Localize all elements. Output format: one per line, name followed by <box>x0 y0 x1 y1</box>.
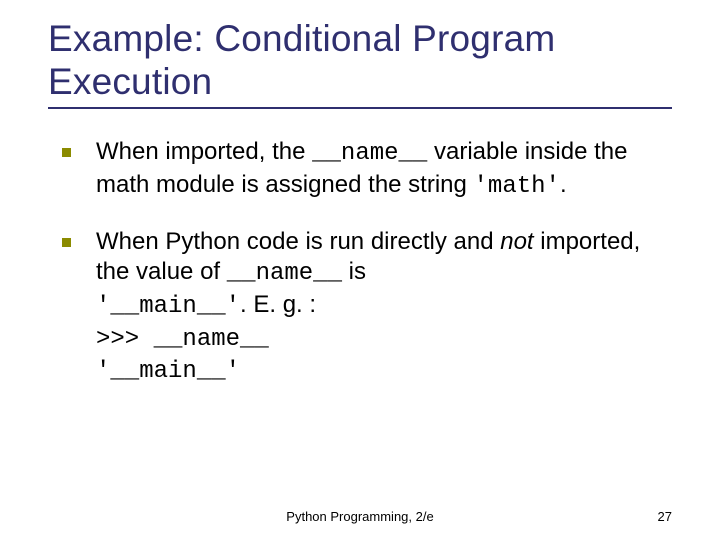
code-line: '__main__' <box>96 358 240 385</box>
page-number: 27 <box>658 509 672 524</box>
bullet-text: When Python code is run directly and not… <box>96 228 640 384</box>
footer-text: Python Programming, 2/e <box>286 509 433 524</box>
quoted-segment: '__main__' <box>96 293 240 320</box>
quoted-segment: 'math' <box>474 173 560 200</box>
slide-title: Example: Conditional Program Execution <box>48 18 672 109</box>
bullet-item: When Python code is run directly and not… <box>62 227 672 389</box>
bullet-text: When imported, the __name__ variable ins… <box>96 138 627 198</box>
text-segment: . <box>560 171 567 198</box>
italic-segment: not <box>500 228 533 255</box>
slide: Example: Conditional Program Execution W… <box>0 0 720 540</box>
code-line: >>> __name__ <box>96 326 269 353</box>
code-segment: __name__ <box>227 260 342 287</box>
square-bullet-icon <box>62 238 71 247</box>
slide-footer: Python Programming, 2/e 27 <box>0 509 720 524</box>
bullet-list: When imported, the __name__ variable ins… <box>48 137 672 388</box>
bullet-item: When imported, the __name__ variable ins… <box>62 137 672 202</box>
square-bullet-icon <box>62 148 71 157</box>
text-segment: When Python code is run directly and <box>96 228 500 255</box>
code-segment: __name__ <box>312 140 427 167</box>
text-segment: When imported, the <box>96 138 312 165</box>
text-segment: . E. g. : <box>240 291 316 318</box>
text-segment: is <box>342 258 366 285</box>
